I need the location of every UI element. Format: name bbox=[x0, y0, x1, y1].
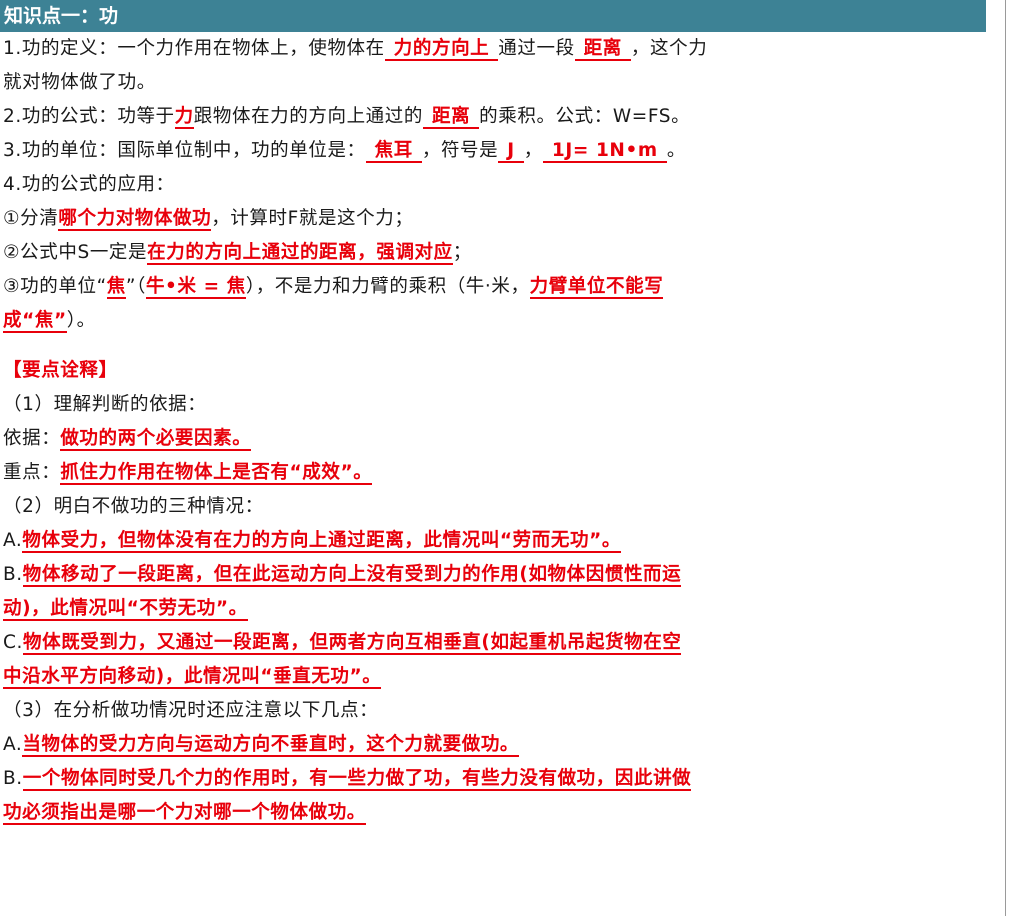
answer-direction: 力的方向上 bbox=[384, 38, 499, 61]
part3-b-1: B.一个物体同时受几个力的作用时，有一些力做了功，有些力没有做功，因此讲做 bbox=[3, 768, 692, 791]
part2-c-2: 中沿水平方向移动)，此情况叫“垂直无功”。 bbox=[3, 660, 986, 694]
answer-case-b-1: 物体移动了一段距离，但在此运动方向上没有受到力的作用(如物体因惯性而运 bbox=[22, 564, 682, 587]
definition-line-1: 1.功的定义：一个力作用在物体上，使物体在 力的方向上 通过一段 距离 ，这个力 bbox=[3, 38, 708, 61]
part1-title: （1）理解判断的依据： bbox=[3, 394, 207, 415]
definition-line-2: 就对物体做了功。 bbox=[3, 72, 156, 93]
answer-basis: 做功的两个必要因素。 bbox=[60, 428, 252, 451]
part1-key: 重点：抓住力作用在物体上是否有“成效”。 bbox=[3, 462, 373, 485]
answer-joule: 焦耳 bbox=[365, 140, 422, 163]
part2-a: A.物体受力，但物体没有在力的方向上通过距离，此情况叫“劳而无功”。 bbox=[3, 530, 621, 553]
answer-jiao: 焦 bbox=[106, 276, 126, 299]
answer-lever-unit-b: 成“焦” bbox=[3, 310, 67, 333]
application-item-3: ③功的单位“焦”（牛•米 = 焦），不是力和力臂的乘积（牛·米，力臂单位不能写 bbox=[3, 276, 664, 299]
answer-key: 抓住力作用在物体上是否有“成效”。 bbox=[60, 462, 373, 485]
answer-distance-direction: 在力的方向上通过的距离，强调对应 bbox=[147, 242, 453, 265]
answer-force: 力 bbox=[174, 106, 194, 129]
unit-line: 3.功的单位：国际单位制中，功的单位是： 焦耳 ，符号是 J， 1J= 1N•m。 bbox=[3, 140, 686, 163]
part3-b-2: 功必须指出是哪一个力对哪一个物体做功。 bbox=[3, 796, 986, 830]
part3-a: A.当物体的受力方向与运动方向不垂直时，这个力就要做功。 bbox=[3, 734, 520, 757]
answer-distance-2: 距离 bbox=[422, 106, 480, 129]
answer-case-c-2: 中沿水平方向移动)，此情况叫“垂直无功”。 bbox=[3, 666, 382, 689]
tips-title: 【要点诠释】 bbox=[3, 360, 118, 381]
answer-unit-equation: 1J= 1N•m bbox=[542, 140, 667, 163]
application-item-1: ①分清哪个力对物体做功，计算时F就是这个力； bbox=[3, 208, 414, 231]
part1-basis: 依据：做功的两个必要因素。 bbox=[3, 428, 252, 451]
answer-note-a: 当物体的受力方向与运动方向不垂直时，这个力就要做功。 bbox=[22, 734, 520, 757]
part2-c-1: C.物体既受到力，又通过一段距离，但两者方向互相垂直(如起重机吊起货物在空 bbox=[3, 632, 682, 655]
answer-newton-meter: 牛•米 = 焦 bbox=[145, 276, 246, 299]
answer-distance: 距离 bbox=[574, 38, 631, 61]
answer-case-c-1: 物体既受到力，又通过一段距离，但两者方向互相垂直(如起重机吊起货物在空 bbox=[23, 632, 682, 655]
answer-note-b-1: 一个物体同时受几个力的作用时，有一些力做了功，有些力没有做功，因此讲做 bbox=[22, 768, 692, 791]
answer-note-b-2: 功必须指出是哪一个力对哪一个物体做功。 bbox=[3, 802, 366, 825]
answer-case-b-2: 动)，此情况叫“不劳无功”。 bbox=[3, 598, 248, 621]
application-item-3-cont: 成“焦”）。 bbox=[3, 310, 96, 333]
answer-lever-unit-a: 力臂单位不能写 bbox=[529, 276, 664, 299]
content-lines: 1.功的定义：一个力作用在物体上，使物体在 力的方向上 通过一段 距离 ，这个力 就对物… bbox=[0, 32, 986, 830]
document-page: 知识点一：功 1.功的定义：一个力作用在物体上，使物体在 力的方向上 通过一段 距离，… bbox=[0, 0, 986, 830]
part3-title: （3）在分析做功情况时还应注意以下几点： bbox=[3, 700, 379, 721]
part2-b-2: 动)，此情况叫“不劳无功”。 bbox=[3, 592, 986, 626]
application-item-2: ②公式中S一定是在力的方向上通过的距离，强调对应； bbox=[3, 242, 472, 265]
part2-title: （2）明白不做功的三种情况： bbox=[3, 496, 264, 517]
answer-case-a: 物体受力，但物体没有在力的方向上通过距离，此情况叫“劳而无功”。 bbox=[22, 530, 621, 553]
answer-symbol: J bbox=[498, 140, 524, 163]
section-title: 知识点一：功 bbox=[0, 0, 986, 32]
formula-line: 2.功的公式：功等于力跟物体在力的方向上通过的 距离 的乘积。公式：W=FS。 bbox=[3, 106, 691, 129]
answer-which-force: 哪个力对物体做功 bbox=[58, 208, 212, 231]
part2-b-1: B.物体移动了一段距离，但在此运动方向上没有受到力的作用(如物体因惯性而运 bbox=[3, 564, 682, 587]
page-right-border bbox=[1005, 0, 1006, 916]
application-title: 4.功的公式的应用： bbox=[3, 174, 175, 195]
